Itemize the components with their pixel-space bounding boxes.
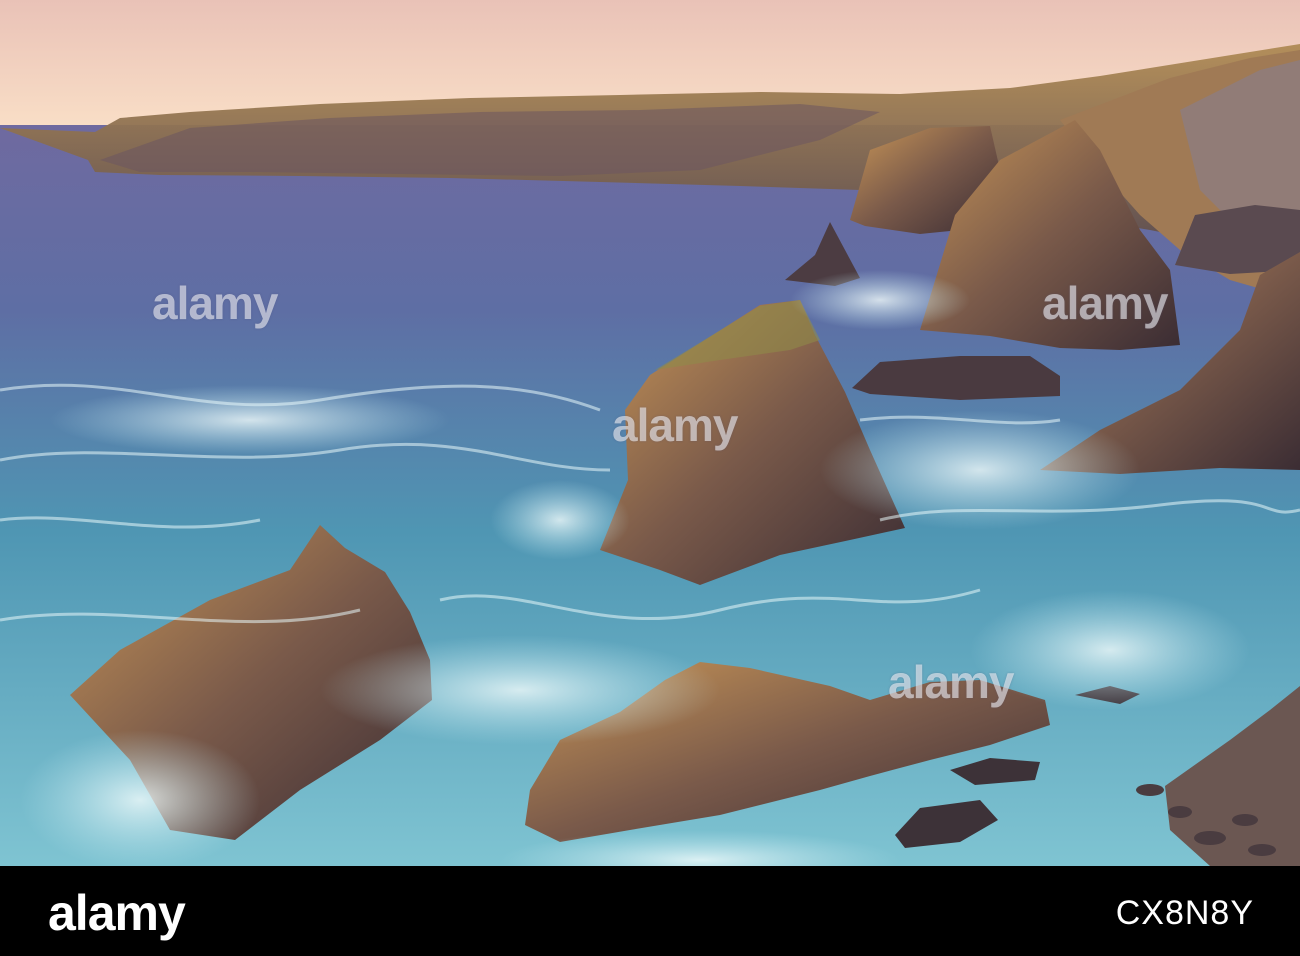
watermark-text: alamy (888, 656, 1014, 708)
coastal-photo (0, 0, 1300, 890)
footer-logo[interactable]: alamy (48, 884, 186, 942)
watermark-text: alamy (1042, 277, 1168, 329)
image-id: CX8N8Y (1115, 894, 1254, 932)
stock-photo-frame: alamy alamy alamy alamy alamy CX8N8Y (0, 0, 1300, 956)
watermark-text: alamy (612, 399, 738, 451)
footer-bar: alamy CX8N8Y (0, 866, 1300, 956)
watermark-text: alamy (152, 277, 278, 329)
